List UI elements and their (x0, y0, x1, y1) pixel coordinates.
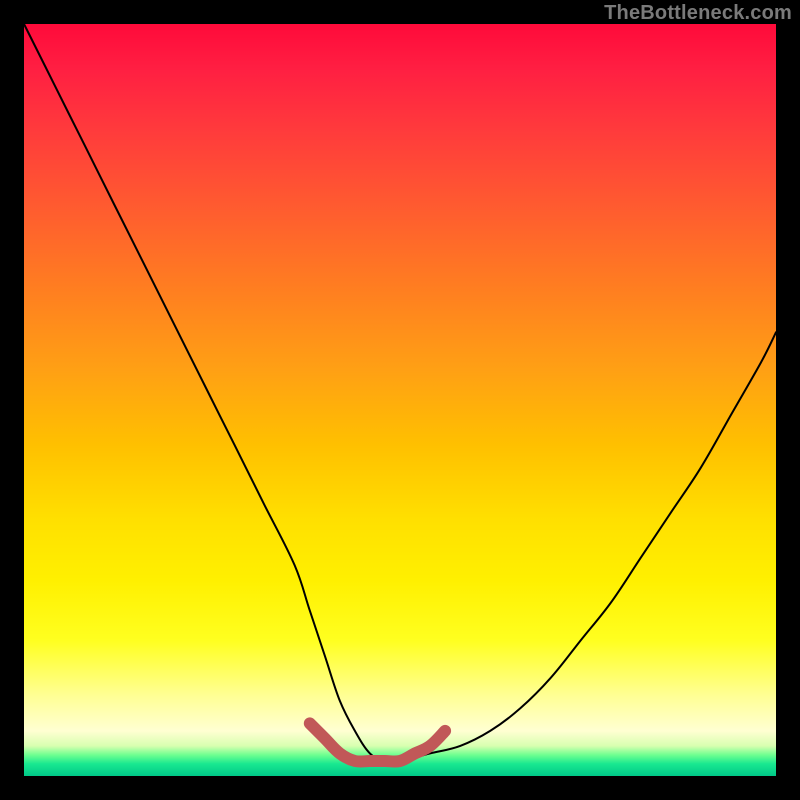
optimal-band-path (310, 723, 445, 761)
watermark-text: TheBottleneck.com (604, 2, 792, 25)
chart-svg (24, 24, 776, 776)
chart-frame: TheBottleneck.com (0, 0, 800, 800)
bottleneck-curve-path (24, 24, 776, 762)
plot-area (24, 24, 776, 776)
